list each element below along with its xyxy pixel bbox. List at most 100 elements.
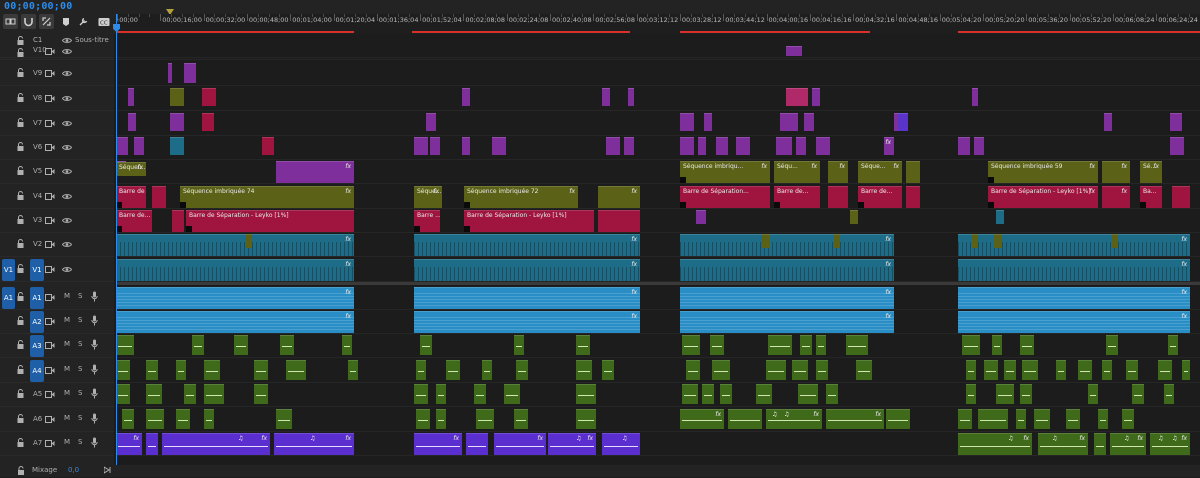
solo-track-button[interactable]: S	[78, 389, 82, 397]
solo-track-button[interactable]: S	[78, 438, 82, 446]
timeline-clip[interactable]	[1106, 335, 1118, 355]
timeline-clip[interactable]: fx	[116, 287, 354, 309]
timeline-clip[interactable]	[202, 113, 214, 131]
timeline-clip[interactable]	[1102, 360, 1112, 380]
timeline-clip[interactable]: fx	[1102, 186, 1130, 208]
timeline-clip[interactable]	[1168, 335, 1178, 355]
timeline-clip[interactable]	[682, 335, 700, 355]
timeline-clip[interactable]	[1004, 360, 1016, 380]
jump-to-end-icon[interactable]	[103, 466, 112, 477]
timeline-clip[interactable]	[466, 433, 488, 455]
timeline-clip[interactable]: fx	[598, 186, 640, 208]
sync-lock-camera-icon[interactable]	[45, 144, 55, 154]
playhead-line[interactable]	[116, 14, 117, 465]
mute-track-button[interactable]: M	[64, 340, 70, 348]
timeline-clip[interactable]	[696, 210, 706, 224]
timeline-clip[interactable]: fx ♫	[1038, 433, 1088, 455]
sync-lock-camera-icon[interactable]	[45, 342, 55, 352]
timeline-clip[interactable]: Barre de Séparation...	[116, 186, 146, 208]
timeline-clip[interactable]: Séquence imbriquée 72 fx	[464, 186, 578, 208]
timeline-clip[interactable]	[974, 137, 984, 155]
timeline-clip[interactable]	[146, 360, 158, 380]
timeline-clip[interactable]	[476, 409, 494, 429]
sync-lock-camera-icon[interactable]	[45, 416, 55, 426]
timeline-clip[interactable]	[462, 88, 470, 106]
timeline-clip[interactable]	[128, 113, 136, 131]
lock-icon[interactable]	[17, 466, 25, 478]
timeline-clip[interactable]: fx	[414, 234, 640, 256]
sync-lock-camera-icon[interactable]	[45, 95, 55, 105]
timeline-clip[interactable]: fx	[680, 259, 894, 281]
timeline-clip[interactable]	[828, 186, 848, 208]
timeline-clip[interactable]	[682, 384, 698, 404]
timeline-clip[interactable]: fx	[414, 433, 462, 455]
timeline-clip[interactable]	[204, 360, 220, 380]
sync-lock-camera-icon[interactable]	[45, 120, 55, 130]
toggle-track-output-eye-icon[interactable]	[61, 120, 73, 130]
timeline-clip[interactable]	[962, 335, 980, 355]
timeline-clip[interactable]: fx	[116, 259, 354, 281]
voice-over-record-mic-icon[interactable]	[91, 364, 98, 378]
timeline-clip[interactable]	[958, 409, 972, 429]
timeline-clip[interactable]: Séquen... fx	[116, 162, 146, 176]
timeline-clip[interactable]	[698, 137, 706, 155]
timeline-clip[interactable]	[1022, 360, 1038, 380]
timeline-clip[interactable]	[846, 335, 868, 355]
timeline-clip[interactable]: fx	[116, 311, 354, 333]
timeline-clip[interactable]	[1126, 360, 1138, 380]
track-lock-icon[interactable]	[17, 191, 24, 203]
timeline-clip[interactable]: fx	[276, 161, 354, 183]
timeline-clip[interactable]: fx	[680, 409, 724, 429]
sync-lock-camera-icon[interactable]	[45, 318, 55, 328]
timeline-clip[interactable]	[786, 46, 802, 56]
timeline-clip[interactable]: Sé... fx	[1140, 161, 1162, 183]
timeline-clip[interactable]	[134, 137, 144, 155]
track-lock-icon[interactable]	[17, 93, 24, 105]
timeline-clip[interactable]	[146, 409, 164, 429]
timeline-clip[interactable]	[972, 88, 978, 106]
timeline-clip[interactable]	[576, 409, 596, 429]
timeline-clip[interactable]	[474, 384, 486, 404]
timeline-clip[interactable]	[766, 360, 786, 380]
timeline-clip[interactable]: fx	[414, 259, 640, 281]
timeline-clip[interactable]: fx	[826, 409, 884, 429]
timeline-clip[interactable]	[146, 433, 158, 455]
timeline-clip[interactable]: Séquence imbriqu... fx	[680, 161, 770, 183]
timeline-clip[interactable]	[414, 137, 428, 155]
timeline-clip[interactable]	[996, 210, 1004, 224]
timeline-clip[interactable]	[996, 384, 1014, 404]
toggle-track-output-eye-icon[interactable]	[61, 266, 73, 276]
track-lock-icon[interactable]	[17, 166, 24, 178]
timeline-clip[interactable]	[514, 335, 524, 355]
timeline-clip[interactable]	[958, 137, 970, 155]
track-lock-icon[interactable]	[17, 118, 24, 130]
timeline-clip[interactable]	[792, 360, 808, 380]
sync-lock-camera-icon[interactable]	[45, 70, 55, 80]
timeline-clip[interactable]	[414, 384, 428, 404]
timeline-clip[interactable]	[850, 210, 858, 224]
sync-lock-camera-icon[interactable]	[45, 48, 55, 58]
timeline-clip[interactable]	[898, 113, 908, 131]
timeline-clip[interactable]	[834, 234, 840, 248]
timeline-clip[interactable]	[624, 137, 634, 155]
timeline-clip[interactable]	[686, 360, 700, 380]
mute-track-button[interactable]: M	[64, 414, 70, 422]
timeline-clip[interactable]	[776, 137, 792, 155]
timeline-clip[interactable]: fx	[414, 311, 640, 333]
timeline-clip[interactable]	[1016, 409, 1026, 429]
timeline-clip[interactable]	[704, 113, 712, 131]
toggle-track-output-eye-icon[interactable]	[61, 241, 73, 251]
add-marker-icon[interactable]	[58, 14, 73, 29]
nest-sequence-icon[interactable]	[3, 14, 18, 29]
timeline-clip[interactable]	[128, 88, 134, 106]
voice-over-record-mic-icon[interactable]	[91, 388, 98, 402]
timeline-clip[interactable]	[122, 409, 134, 429]
timeline-clip[interactable]	[702, 384, 714, 404]
timeline-clip[interactable]	[504, 384, 520, 404]
timeline-clip[interactable]	[720, 384, 732, 404]
timeline-clip[interactable]	[826, 384, 838, 404]
timeline-clip[interactable]: fx	[958, 311, 1190, 333]
source-patch-v1[interactable]: V1	[2, 259, 15, 281]
timeline-clip[interactable]: fx	[958, 234, 1190, 256]
toggle-track-output-eye-icon[interactable]	[61, 37, 73, 47]
